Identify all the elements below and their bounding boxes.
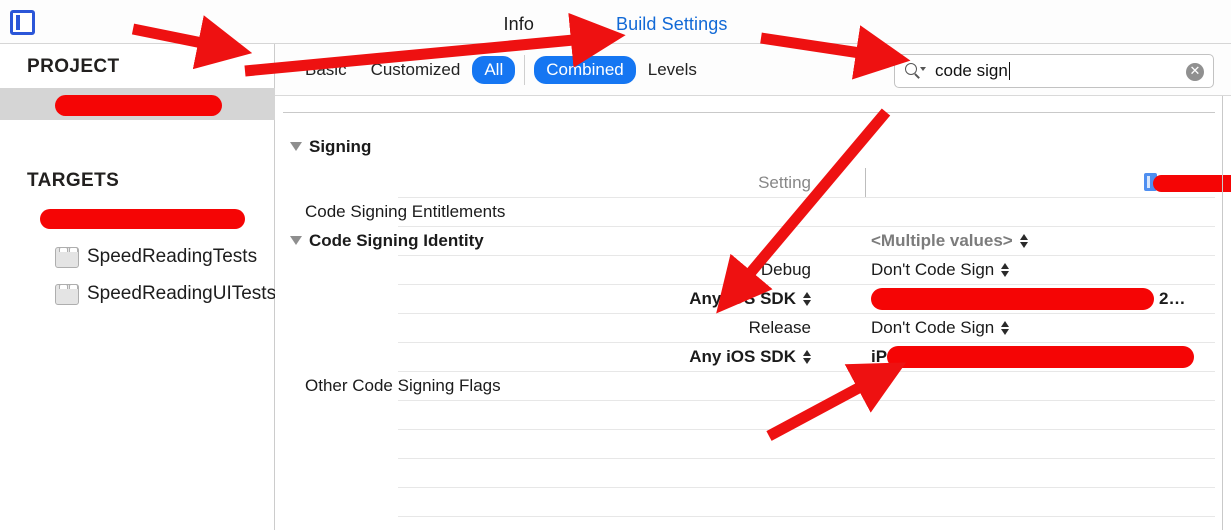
sdk-name-release[interactable]: Any iOS SDK — [275, 342, 835, 371]
redaction-project-name — [55, 95, 222, 116]
redaction-column-header-project — [1153, 175, 1231, 192]
editor-tab-bar: Info Build Settings — [0, 8, 1231, 40]
sdk-value-debug-suffix: 2… — [1159, 288, 1186, 308]
clear-circle-icon[interactable]: ✕ — [1186, 63, 1204, 81]
table-row-signing-section[interactable]: Signing — [275, 132, 1231, 161]
xcode-build-settings-window: Info Build Settings PROJECT TARGETS Spee… — [0, 0, 1231, 530]
filter-divider — [524, 55, 526, 85]
setting-value-text: <Multiple values> — [871, 230, 1013, 250]
table-row-code-signing-identity[interactable]: Code Signing Identity <Multiple values> — [275, 226, 1231, 255]
setting-value-multiple[interactable]: <Multiple values> — [871, 226, 1028, 255]
sidebar-item-speedreadinguitests[interactable]: SpeedReadingUITests — [55, 280, 276, 308]
filter-all[interactable]: All — [472, 56, 516, 84]
config-name-release: Release — [748, 317, 811, 337]
filter-combined[interactable]: Combined — [534, 56, 636, 84]
test-bundle-icon — [55, 246, 79, 268]
redaction-release-identity-value — [887, 346, 1194, 368]
triangle-down-icon[interactable] — [290, 236, 302, 245]
value-stepper-icon[interactable] — [1001, 320, 1010, 335]
build-settings-table: Signing Setting Code Signing Entitlement… — [275, 96, 1231, 530]
text-cursor — [1008, 62, 1011, 80]
sdk-value-release-prefix: iP — [871, 346, 888, 366]
sidebar-item-project[interactable] — [0, 88, 275, 120]
table-row-code-signing-entitlements[interactable]: Code Signing Entitlements — [275, 197, 1231, 226]
section-label: Signing — [309, 136, 372, 156]
project-navigator-sidebar: PROJECT TARGETS SpeedReadingTests SpeedR… — [0, 44, 276, 530]
table-row[interactable] — [275, 487, 1231, 516]
config-value-release[interactable]: Don't Code Sign — [871, 313, 1010, 342]
sidebar-item-label: SpeedReadingUITests — [87, 283, 277, 304]
filter-segmented-controls: Basic Customized All Combined Levels — [293, 44, 709, 96]
setting-name-group: Code Signing Identity — [275, 226, 835, 255]
table-row-other-code-signing-flags[interactable]: Other Code Signing Flags — [275, 371, 1231, 400]
titlebar: Info Build Settings — [0, 0, 1231, 44]
table-row-release[interactable]: Release Don't Code Sign — [275, 313, 1231, 342]
sdk-label: Any iOS SDK — [689, 288, 796, 308]
redaction-debug-identity-value — [871, 288, 1154, 310]
row-divider — [398, 458, 1215, 459]
table-row[interactable] — [275, 429, 1231, 458]
table-row[interactable] — [275, 400, 1231, 429]
setting-value-text: Don't Code Sign — [871, 317, 995, 337]
table-row-debug-any-ios-sdk[interactable]: Any iOS SDK 2… — [275, 284, 1231, 313]
sidebar-header-targets: TARGETS — [27, 170, 120, 191]
table-top-divider — [283, 112, 1215, 113]
sdk-label: Any iOS SDK — [689, 346, 796, 366]
table-row[interactable] — [275, 516, 1231, 530]
table-row-debug[interactable]: Debug Don't Code Sign — [275, 255, 1231, 284]
filter-levels[interactable]: Levels — [636, 56, 709, 84]
search-input[interactable]: code sign ✕ — [894, 54, 1214, 88]
setting-label: Code Signing Identity — [309, 230, 484, 250]
config-name-debug: Debug — [760, 259, 811, 279]
table-row[interactable] — [275, 458, 1231, 487]
value-stepper-icon[interactable] — [1019, 233, 1028, 248]
sdk-stepper-icon[interactable] — [803, 349, 811, 364]
section-name: Signing — [275, 132, 835, 161]
tab-build-settings[interactable]: Build Settings — [616, 14, 727, 35]
redaction-target-name — [40, 209, 245, 229]
sidebar-item-label: SpeedReadingTests — [87, 246, 258, 267]
setting-name: Other Code Signing Flags — [305, 375, 501, 395]
sidebar-item-speedreadingtests[interactable]: SpeedReadingTests — [55, 243, 257, 271]
column-divider — [865, 168, 866, 197]
setting-value-text: Don't Code Sign — [871, 259, 995, 279]
search-icon — [905, 62, 927, 80]
sdk-stepper-icon[interactable] — [803, 291, 811, 306]
sidebar-header-project: PROJECT — [27, 56, 120, 77]
filter-customized[interactable]: Customized — [359, 56, 473, 84]
triangle-down-icon[interactable] — [290, 142, 302, 151]
test-bundle-icon — [55, 283, 79, 305]
table-right-border — [1222, 96, 1223, 530]
config-value-debug[interactable]: Don't Code Sign — [871, 255, 1010, 284]
row-divider — [398, 429, 1215, 430]
column-header-setting: Setting — [758, 172, 811, 192]
tab-info[interactable]: Info — [504, 14, 534, 35]
filter-basic[interactable]: Basic — [293, 56, 359, 84]
table-row-release-any-ios-sdk[interactable]: Any iOS SDK iP — [275, 342, 1231, 371]
value-stepper-icon[interactable] — [1001, 262, 1010, 277]
setting-name: Code Signing Entitlements — [305, 201, 506, 221]
search-input-value: code sign — [935, 61, 1008, 80]
sdk-name-debug[interactable]: Any iOS SDK — [275, 284, 835, 313]
sidebar-item-target-app[interactable] — [0, 202, 275, 234]
table-header-row: Setting — [275, 168, 1231, 197]
row-divider — [398, 400, 1215, 401]
row-divider — [398, 487, 1215, 488]
row-divider — [398, 516, 1215, 517]
